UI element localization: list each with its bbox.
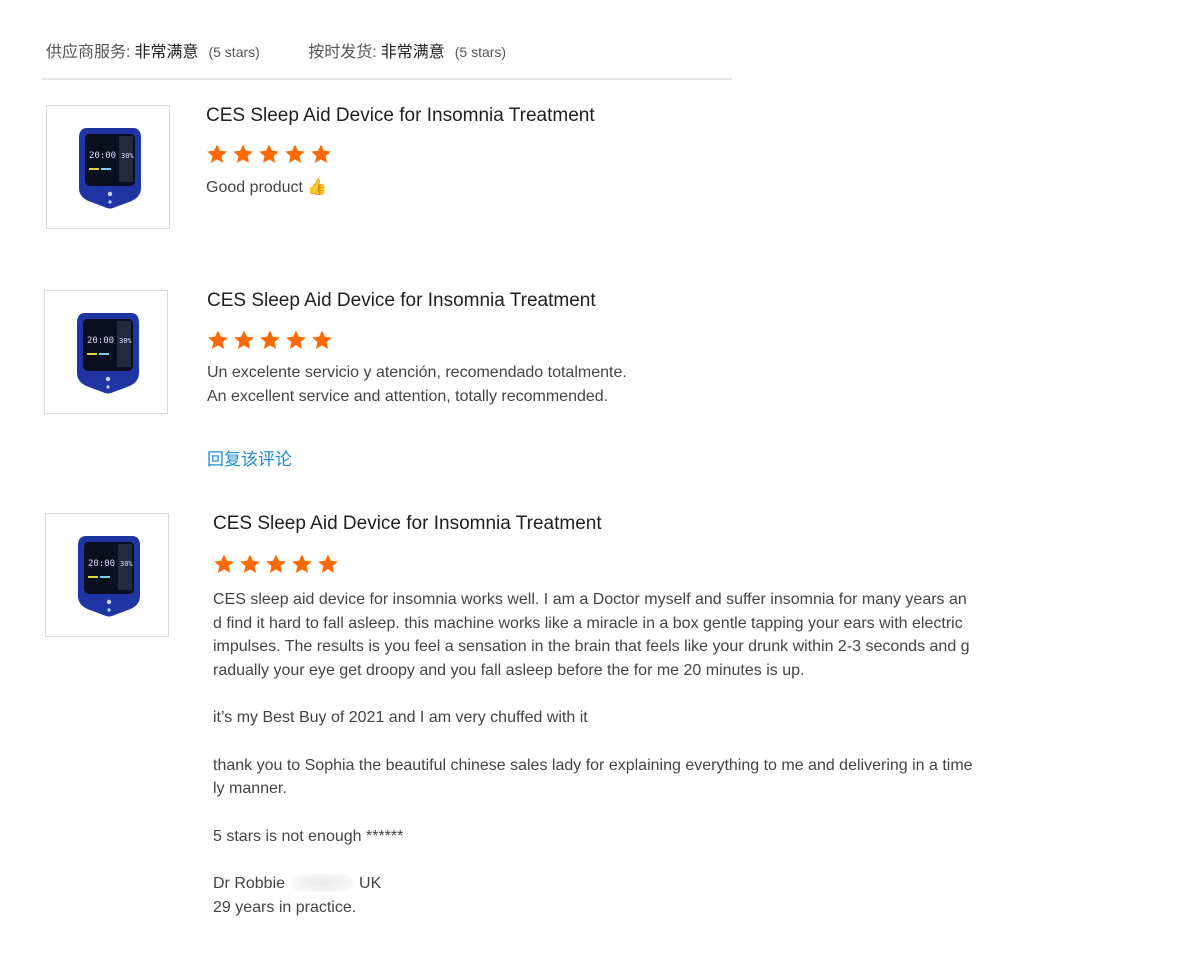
star-rating: [206, 143, 332, 165]
star-icon: [285, 144, 305, 163]
sleep-device-image: 20:00 30%: [79, 128, 141, 209]
svg-text:20:00: 20:00: [88, 559, 115, 569]
svg-text:20:00: 20:00: [87, 336, 114, 346]
product-title[interactable]: CES Sleep Aid Device for Insomnia Treatm…: [207, 290, 596, 312]
svg-text:30%: 30%: [120, 560, 133, 568]
star-icon: [311, 144, 331, 163]
product-thumbnail[interactable]: 20:00 30%: [45, 513, 169, 637]
reviewer-signature: Dr Robbie UK: [213, 874, 382, 892]
redacted-name-blur: [291, 874, 354, 892]
header-divider: [42, 78, 732, 80]
product-thumbnail[interactable]: 20:00 30%: [46, 105, 170, 229]
star-icon: [266, 554, 286, 573]
star-rating: [207, 329, 333, 351]
sleep-device-image: 20:00 30%: [77, 313, 139, 394]
svg-text:30%: 30%: [119, 337, 132, 345]
star-icon: [234, 330, 254, 349]
on-time-shipping-rating: 按时发货: 非常满意 (5 stars): [308, 44, 507, 61]
star-icon: [233, 144, 253, 163]
supplier-service-rating: 供应商服务: 非常满意 (5 stars): [46, 44, 260, 61]
svg-text:20:00: 20:00: [89, 151, 116, 161]
seller-ratings: 供应商服务: 非常满意 (5 stars) 按时发货: 非常满意 (5 stars): [46, 38, 550, 62]
product-title[interactable]: CES Sleep Aid Device for Insomnia Treatm…: [206, 105, 595, 127]
review-text: Un excelente servicio y atención, recome…: [207, 364, 627, 405]
svg-text:30%: 30%: [121, 152, 134, 160]
star-icon: [208, 330, 228, 349]
star-icon: [207, 144, 227, 163]
star-icon: [286, 330, 306, 349]
product-thumbnail[interactable]: 20:00 30%: [44, 290, 168, 414]
review-text: Good product 👍: [206, 179, 328, 196]
star-rating: [213, 553, 339, 575]
star-icon: [312, 330, 332, 349]
star-icon: [214, 554, 234, 573]
star-icon: [260, 330, 280, 349]
reply-to-review-link[interactable]: 回复该评论: [207, 445, 292, 470]
sleep-device-image: 20:00 30%: [78, 536, 140, 617]
review-text: CES sleep aid device for insomnia works …: [213, 588, 1113, 919]
star-icon: [259, 144, 279, 163]
product-title[interactable]: CES Sleep Aid Device for Insomnia Treatm…: [213, 513, 602, 535]
star-icon: [292, 554, 312, 573]
star-icon: [318, 554, 338, 573]
star-icon: [240, 554, 260, 573]
